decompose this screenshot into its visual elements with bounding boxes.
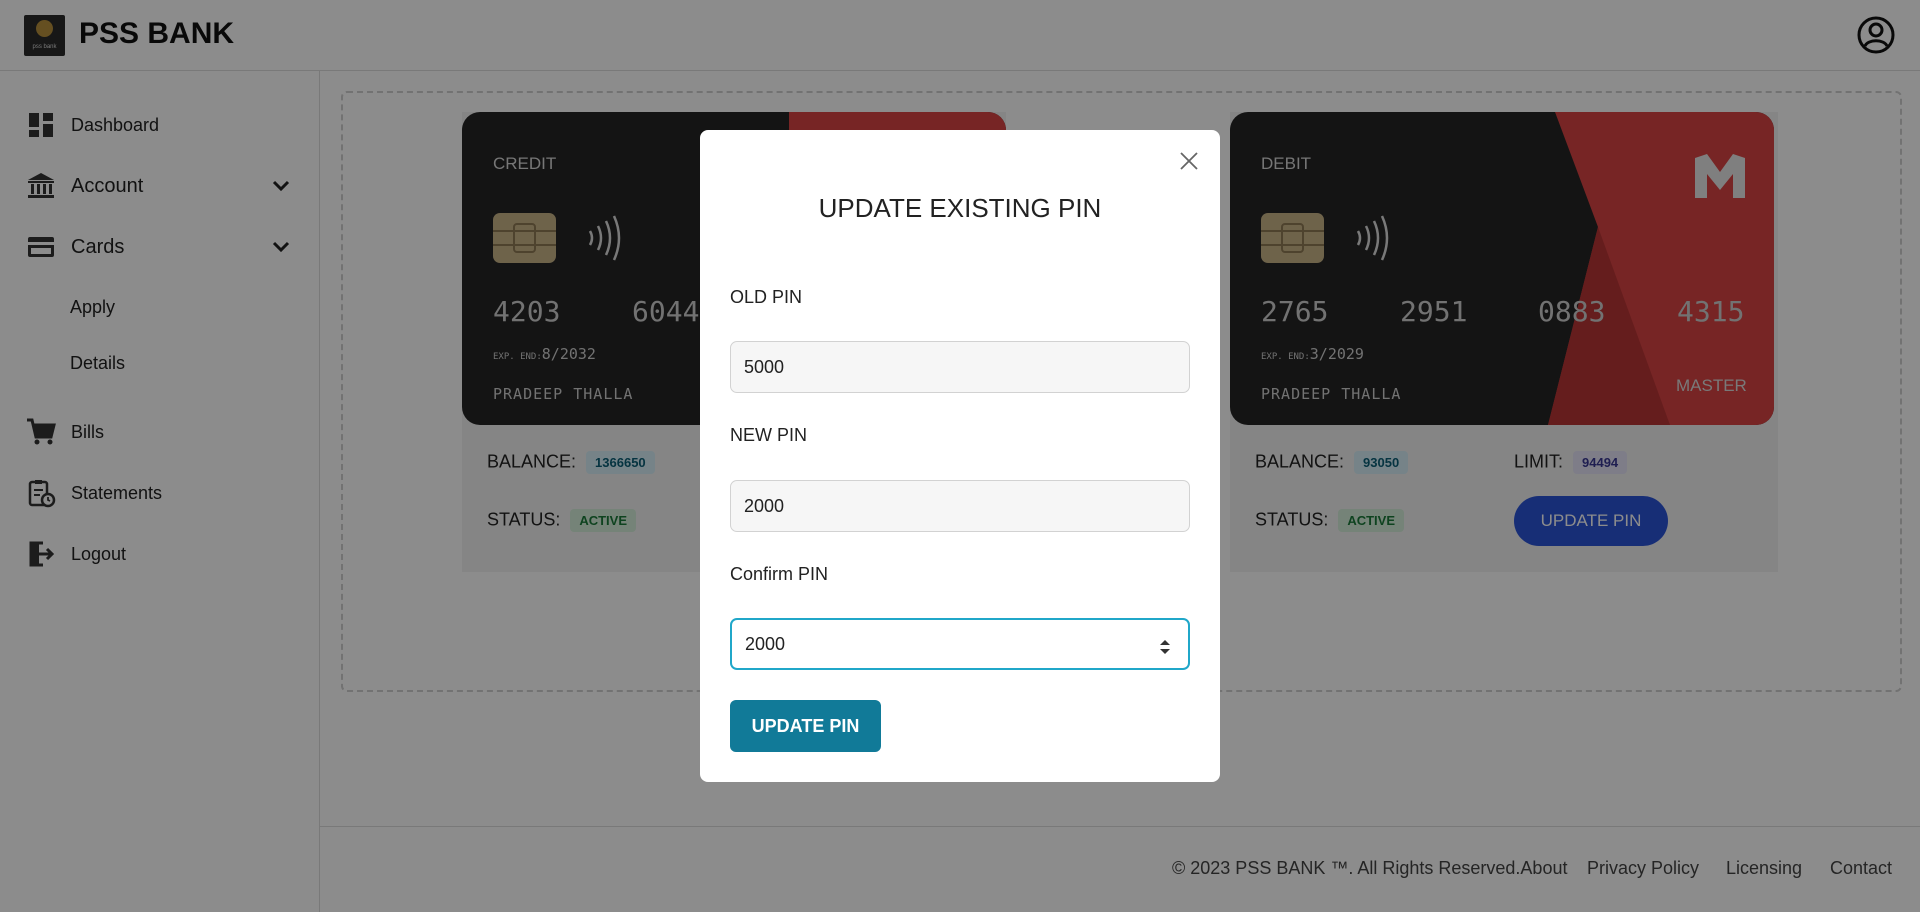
close-icon[interactable] (1178, 150, 1200, 172)
confirm-pin-input[interactable] (730, 618, 1190, 670)
modal-title: UPDATE EXISTING PIN (818, 193, 1102, 223)
old-pin-input[interactable] (730, 341, 1190, 393)
old-pin-label: OLD PIN (730, 287, 803, 307)
update-pin-submit-button[interactable]: UPDATE PIN (730, 700, 881, 752)
new-pin-input[interactable] (730, 480, 1190, 532)
new-pin-label: NEW PIN (730, 425, 808, 445)
update-pin-modal: UPDATE EXISTING PIN OLD PIN NEW PIN Conf… (700, 130, 1220, 782)
number-spinner-icon[interactable] (1158, 636, 1172, 658)
confirm-pin-label: Confirm PIN (730, 564, 829, 584)
